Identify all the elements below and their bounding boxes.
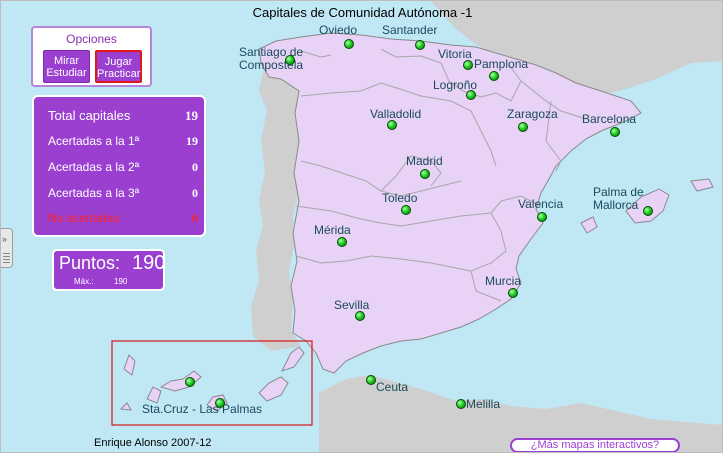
dot-valladolid[interactable]: [387, 120, 397, 130]
points-box: Puntos: 190 Máx.: 190: [52, 249, 165, 291]
dot-valencia[interactable]: [537, 212, 547, 222]
dot-murcia[interactable]: [508, 288, 518, 298]
jugar-line2: Practicar: [97, 68, 141, 80]
third-value: 0: [192, 186, 198, 200]
dot-toledo[interactable]: [401, 205, 411, 215]
second-label: Acertadas a la 2ª: [48, 160, 140, 174]
label-zaragoza: Zaragoza: [507, 107, 558, 121]
label-madrid: Madrid: [406, 154, 443, 168]
mirar-line1: Mirar: [53, 55, 80, 67]
grip-icon: [3, 251, 10, 263]
more-maps-link[interactable]: ¿Más mapas interactivos?: [510, 438, 680, 452]
label-sevilla: Sevilla: [334, 298, 370, 312]
map-title: Capitales de Comunidad Autónoma -1: [252, 5, 473, 20]
jugar-line1: Jugar: [104, 56, 133, 68]
mirar-estudiar-button[interactable]: Mirar Estudiar: [43, 50, 90, 83]
dot-logrono[interactable]: [466, 90, 476, 100]
dot-vitoria[interactable]: [463, 60, 473, 70]
wrong-value: 0: [192, 211, 198, 225]
label-merida: Mérida: [314, 223, 351, 237]
label-melilla: Melilla: [466, 397, 501, 411]
third-label: Acertadas a la 3ª: [48, 186, 140, 200]
total-value: 19: [185, 108, 198, 123]
max-label: Máx.:: [74, 277, 94, 286]
author-credit: Enrique Alonso 2007-12: [94, 437, 212, 449]
label-santander: Santander: [382, 23, 438, 37]
dot-tenerife[interactable]: [185, 377, 195, 387]
dot-palma[interactable]: [643, 206, 653, 216]
max-value: 190: [114, 277, 128, 286]
dot-las-palmas[interactable]: [215, 398, 225, 408]
first-value: 19: [186, 134, 198, 148]
points-label: Puntos:: [59, 253, 121, 273]
label-valladolid: Valladolid: [370, 107, 422, 121]
mirar-line2: Estudiar: [46, 67, 87, 79]
label-toledo: Toledo: [382, 191, 418, 205]
portugal-land: [251, 71, 301, 351]
dot-santiago[interactable]: [285, 55, 295, 65]
label-valencia: Valencia: [518, 197, 564, 211]
dot-sevilla[interactable]: [355, 311, 365, 321]
game-frame: Capitales de Comunidad Autónoma -1 Santi…: [0, 0, 723, 453]
dot-pamplona[interactable]: [489, 71, 499, 81]
label-palma: Palma de Mallorca: [593, 185, 644, 212]
label-barcelona: Barcelona: [582, 112, 637, 126]
dot-santander[interactable]: [415, 40, 425, 50]
jugar-practicar-button[interactable]: Jugar Practicar: [95, 50, 142, 83]
options-label: Opciones: [66, 32, 117, 46]
second-value: 0: [192, 160, 198, 174]
dot-merida[interactable]: [337, 237, 347, 247]
dot-melilla[interactable]: [456, 399, 466, 409]
label-canarias: Sta.Cruz - Las Palmas: [142, 402, 263, 416]
wrong-label: No acertadas: [48, 211, 120, 225]
dot-oviedo[interactable]: [344, 39, 354, 49]
first-label: Acertadas a la 1ª: [48, 134, 140, 148]
label-oviedo: Oviedo: [319, 23, 358, 37]
dot-barcelona[interactable]: [610, 127, 620, 137]
options-panel: Opciones Mirar Estudiar Jugar Practicar: [31, 26, 152, 87]
dot-zaragoza[interactable]: [518, 122, 528, 132]
dot-ceuta[interactable]: [366, 375, 376, 385]
side-panel-toggle[interactable]: »: [1, 228, 13, 268]
label-murcia: Murcia: [485, 274, 522, 288]
label-ceuta: Ceuta: [376, 380, 409, 394]
points-value: 190: [132, 252, 166, 274]
total-label: Total capitales: [48, 108, 131, 123]
label-pamplona: Pamplona: [474, 57, 529, 71]
dot-madrid[interactable]: [420, 169, 430, 179]
chevron-right-icon: »: [2, 234, 8, 244]
score-panel: Total capitales 19 Acertadas a la 1ª 19 …: [32, 95, 206, 237]
